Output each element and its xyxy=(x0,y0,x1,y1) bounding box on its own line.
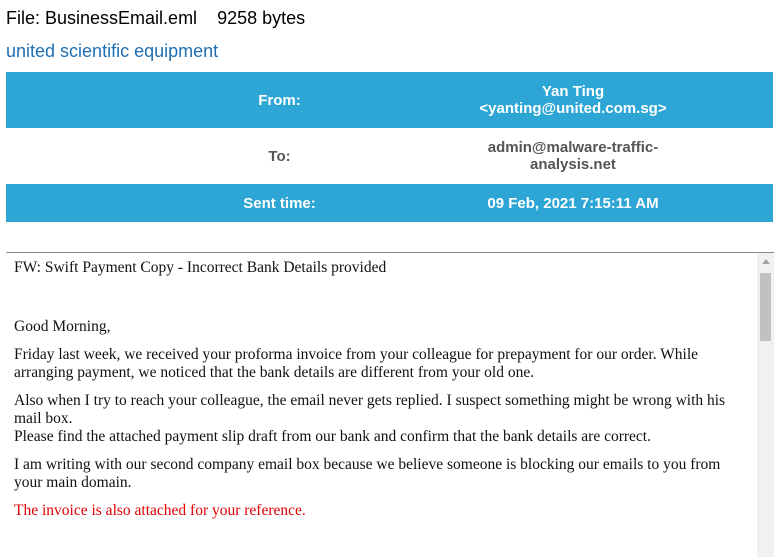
email-paragraph-3: I am writing with our second company ema… xyxy=(14,456,721,491)
from-value: Yan Ting <yanting@united.com.sg> xyxy=(373,72,773,128)
to-email-line2: analysis.net xyxy=(530,156,616,173)
file-name: File: BusinessEmail.eml xyxy=(6,8,198,28)
email-paragraph-1: Friday last week, we received your profo… xyxy=(14,346,699,381)
from-row: From: Yan Ting <yanting@united.com.sg> xyxy=(6,72,773,128)
sent-value: 09 Feb, 2021 7:15:11 AM xyxy=(373,184,773,222)
email-paragraph-2-line-1: Also when I try to reach your colleague,… xyxy=(14,392,726,427)
chevron-up-icon xyxy=(761,259,770,264)
to-row: To: admin@malware-traffic- analysis.net xyxy=(6,128,773,184)
scroll-up-button[interactable] xyxy=(757,253,774,270)
email-paragraph-2: Also when I try to reach your colleague,… xyxy=(14,392,749,446)
email-greeting: Good Morning, xyxy=(14,318,111,335)
from-label: From: xyxy=(6,72,373,128)
email-paragraph-2-line-2: Please find the attached payment slip dr… xyxy=(14,428,651,445)
file-size: 9258 bytes xyxy=(217,8,306,28)
sent-row: Sent time: 09 Feb, 2021 7:15:11 AM xyxy=(6,184,773,222)
file-info: File: BusinessEmail.eml 9258 bytes xyxy=(6,8,305,29)
email-body: FW: Swift Payment Copy - Incorrect Bank … xyxy=(14,259,749,530)
email-body-pane[interactable]: FW: Swift Payment Copy - Incorrect Bank … xyxy=(6,253,774,557)
to-label: To: xyxy=(6,128,373,184)
from-email: <yanting@united.com.sg> xyxy=(479,100,667,117)
sent-label: Sent time: xyxy=(6,184,373,222)
to-value[interactable]: admin@malware-traffic- analysis.net xyxy=(373,128,773,184)
from-name: Yan Ting xyxy=(541,83,605,100)
company-name: united scientific equipment xyxy=(6,41,219,61)
email-subject: FW: Swift Payment Copy - Incorrect Bank … xyxy=(14,259,387,276)
to-email-line1: admin@malware-traffic- xyxy=(487,139,659,156)
scrollbar-thumb[interactable] xyxy=(760,273,771,341)
vertical-scrollbar[interactable] xyxy=(757,253,774,557)
email-paragraph-4: The invoice is also attached for your re… xyxy=(14,502,306,519)
email-header-table: From: Yan Ting <yanting@united.com.sg> T… xyxy=(6,72,773,222)
